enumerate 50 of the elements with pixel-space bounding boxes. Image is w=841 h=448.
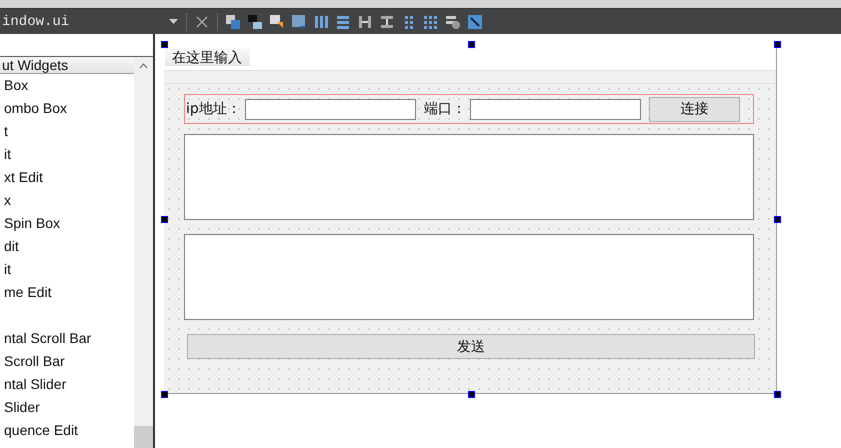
widget-item[interactable]: xt Edit (0, 166, 134, 189)
widget-item[interactable]: Slider (0, 396, 134, 419)
resize-handle[interactable] (468, 41, 474, 48)
widget-item[interactable]: it (0, 143, 134, 166)
ip-label: ip地址： (186, 100, 241, 118)
widget-item[interactable]: Scroll Bar (0, 350, 134, 373)
resize-handle[interactable] (161, 391, 168, 398)
break-layout-icon[interactable] (269, 14, 285, 30)
resize-handle[interactable] (161, 41, 168, 48)
resize-handle[interactable] (468, 391, 474, 398)
widget-item[interactable]: ombo Box (0, 97, 134, 120)
caret-icon (169, 19, 178, 24)
widget-item[interactable]: x (0, 189, 134, 212)
resize-handle[interactable] (774, 41, 781, 48)
widget-item[interactable]: dit (0, 235, 134, 258)
layout-icon[interactable] (247, 14, 263, 30)
scrollbar[interactable] (134, 57, 153, 448)
port-field[interactable] (470, 98, 641, 120)
widget-item[interactable]: t (0, 120, 134, 143)
widget-item[interactable]: me Edit (0, 281, 134, 304)
ip-field[interactable] (244, 98, 416, 120)
scroll-thumb[interactable] (134, 426, 153, 448)
resize-handle[interactable] (774, 216, 781, 223)
close-icon[interactable] (194, 14, 210, 30)
rows-icon[interactable] (335, 14, 351, 30)
vertical-split-icon[interactable] (379, 14, 395, 30)
send-text-area[interactable] (184, 234, 754, 320)
file-selector[interactable]: indow.ui (0, 9, 182, 34)
adjust-size-icon[interactable] (467, 14, 483, 30)
connect-button[interactable]: 连接 (648, 96, 740, 122)
port-label: 端口： (424, 100, 466, 118)
widget-item[interactable]: ntal Slider (0, 373, 134, 396)
widget-item[interactable]: ntal Scroll Bar (0, 327, 134, 350)
menu-item[interactable]: 在这里输入 (165, 48, 250, 66)
resize-handle[interactable] (774, 391, 781, 398)
category-header[interactable]: ut Widgets (0, 57, 134, 74)
widget-item[interactable]: Box (0, 74, 134, 97)
columns-icon[interactable] (313, 14, 329, 30)
receive-text-area[interactable] (184, 134, 754, 220)
horizontal-split-icon[interactable] (357, 14, 373, 30)
widget-item[interactable]: it (0, 258, 134, 281)
form-icon[interactable] (291, 14, 307, 30)
form-layout-icon[interactable] (445, 14, 461, 30)
send-button[interactable]: 发送 (187, 334, 755, 359)
layout-icon[interactable] (225, 14, 241, 30)
scroll-up-icon[interactable] (139, 63, 148, 69)
resize-handle[interactable] (161, 216, 168, 223)
widget-item[interactable]: Spin Box (0, 212, 134, 235)
widget-item[interactable]: quence Edit (0, 419, 134, 442)
grid-icon[interactable] (423, 14, 439, 30)
